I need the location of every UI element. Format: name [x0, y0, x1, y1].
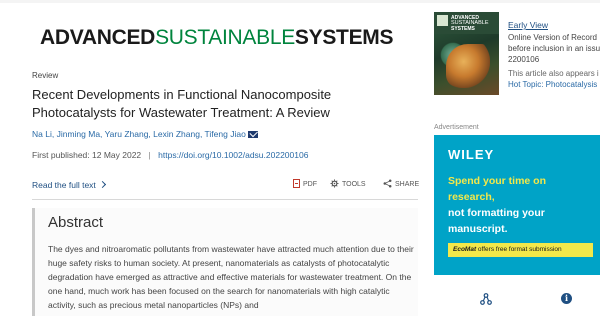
ad-headline-line1: Spend your time on	[448, 175, 547, 187]
abstract-heading: Abstract	[48, 214, 104, 231]
advertisement-label: Advertisement	[434, 124, 479, 131]
doi-link[interactable]: https://doi.org/10.1002/adsu.202200106	[158, 150, 308, 160]
share-label: SHARE	[395, 181, 420, 188]
read-full-text-label: Read the full text	[32, 180, 96, 190]
network-icon[interactable]	[480, 293, 492, 305]
author-link[interactable]: Na Li,	[32, 129, 54, 139]
mail-icon[interactable]	[247, 131, 258, 138]
cover-artwork	[446, 44, 490, 88]
info-icon[interactable]: i	[561, 293, 572, 304]
share-button[interactable]: SHARE	[383, 179, 419, 188]
logo-word-advanced: ADVANCED	[40, 26, 156, 49]
cover-title-line3: SYSTEMS	[451, 26, 475, 32]
hot-topic-link[interactable]: Hot Topic: Photocatalysis	[508, 80, 597, 89]
tools-button[interactable]: TOOLS	[330, 179, 366, 188]
author-list: Na Li, Jinming Ma, Yaru Zhang, Lexin Zha…	[32, 129, 258, 139]
ad-cta-journal: EcoMat	[453, 246, 477, 253]
advertisement-banner[interactable]: WILEY Spend your time on research, not f…	[434, 135, 600, 275]
pdf-button[interactable]: PDF	[293, 179, 317, 188]
author-link[interactable]: Lexin Zhang,	[153, 129, 202, 139]
logo-word-systems: SYSTEMS	[294, 26, 394, 49]
first-published-date: 12 May 2022	[92, 150, 142, 160]
ad-subheadline-line1: not formatting your	[448, 207, 545, 219]
author-link[interactable]: Yaru Zhang,	[105, 129, 151, 139]
abstract-text: The dyes and nitroaromatic pollutants fr…	[48, 244, 414, 310]
ad-cta-button[interactable]: EcoMat offers free format submission	[448, 243, 593, 257]
ad-cta-text: offers free format submission	[476, 246, 562, 253]
abstract-section: Abstract The dyes and nitroaromatic poll…	[32, 208, 418, 316]
early-view-description: Online Version of Record before inclusio…	[508, 33, 600, 54]
journal-logo[interactable]: ADVANCEDSUSTAINABLESYSTEMS	[40, 26, 393, 50]
article-type: Review	[32, 71, 59, 80]
divider	[32, 199, 418, 200]
read-full-text-link[interactable]: Read the full text	[32, 180, 106, 190]
pdf-icon	[293, 179, 300, 188]
tools-label: TOOLS	[342, 181, 366, 188]
author-link[interactable]: Jinming Ma,	[57, 129, 103, 139]
ad-subheadline: not formatting your manuscript.	[448, 205, 545, 237]
ad-headline-line2: research,	[448, 191, 495, 203]
chevron-right-icon	[98, 180, 106, 189]
publication-info: First published: 12 May 2022 | https://d…	[32, 150, 308, 160]
article-number: 2200106	[508, 55, 540, 64]
gear-icon	[330, 179, 339, 188]
early-view-line1: Online Version of Record	[508, 33, 597, 42]
ad-headline: Spend your time on research,	[448, 173, 546, 205]
separator: |	[148, 150, 151, 160]
article-title: Recent Developments in Functional Nanoco…	[32, 87, 332, 120]
first-published-label: First published:	[32, 150, 90, 160]
logo-word-sustainable: SUSTAINABLE	[155, 26, 295, 49]
journal-cover-image[interactable]: ADVANCED SUSTAINABLE SYSTEMS	[434, 12, 499, 95]
early-view-line2: before inclusion in an issu	[508, 43, 600, 53]
also-appears-in: This article also appears i	[508, 69, 599, 78]
cover-badge	[437, 15, 448, 26]
wiley-logo: WILEY	[448, 147, 495, 162]
ad-subheadline-line2: manuscript.	[448, 223, 508, 235]
top-edge	[0, 0, 600, 3]
share-icon	[383, 179, 392, 188]
pdf-label: PDF	[303, 181, 317, 188]
early-view-link[interactable]: Early View	[508, 20, 548, 30]
author-link[interactable]: Tifeng Jiao	[205, 129, 246, 139]
